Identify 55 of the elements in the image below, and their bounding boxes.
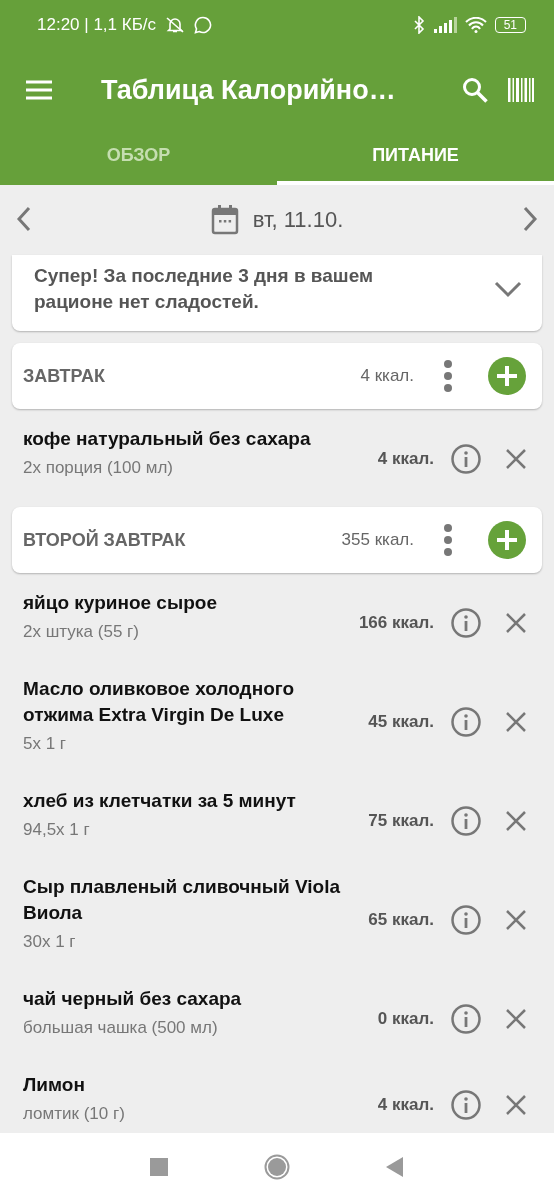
home-button[interactable] [264,1153,290,1180]
food-name: Лимон [23,1073,86,1097]
info-button[interactable] [448,905,484,935]
bluetooth-icon [412,16,425,34]
info-button[interactable] [448,1004,484,1034]
more-button[interactable] [444,360,452,392]
chat-bubble-icon [194,16,213,34]
back-button[interactable] [386,1156,404,1177]
food-portion: 2x порция (100 мл) [23,458,174,478]
barcode-button[interactable] [508,77,534,103]
add-button[interactable] [488,357,526,395]
food-calories: 4 ккал. [377,449,434,469]
wifi-icon [464,17,487,33]
meal-calories: 355 ккал. [341,530,414,550]
food-name: Сыр плавленый сливочный Viola Виола [23,875,341,925]
food-name: хлеб из клетчатки за 5 минут [23,789,297,813]
info-button[interactable] [448,444,484,474]
info-button[interactable] [448,707,484,737]
food-name: Масло оливковое холодного отжима Extra Virgin De Luxe [23,677,296,727]
expand-button[interactable] [494,280,522,298]
food-calories: 166 ккал. [358,613,434,633]
food-portion: ломтик (10 г) [23,1104,126,1124]
calendar-icon [210,205,239,235]
meal-title: ЗАВТРАК [23,365,106,387]
tab[interactable]: ПИТАНИЕ [277,130,554,185]
recents-button[interactable] [150,1157,168,1176]
tab[interactable]: ОБЗОР [0,130,277,185]
food-calories: 65 ккал. [368,910,434,930]
date-label[interactable]: вт, 11.10. [252,207,344,233]
status-time: 12:20 | 1,1 КБ/с [37,15,157,35]
more-button[interactable] [444,524,452,556]
add-button[interactable] [488,521,526,559]
info-button[interactable] [448,806,484,836]
food-portion: большая чашка (500 мл) [23,1018,219,1038]
food-portion: 5x 1 г [23,734,68,754]
info-button[interactable] [448,1090,484,1120]
food-calories: 0 ккал. [377,1009,434,1029]
food-name: яйцо куриное сырое [23,591,218,615]
tip-text: Супер! За последние 3 дня в вашем рационе нет сладостей. [34,264,375,314]
food-calories: 75 ккал. [368,811,434,831]
food-portion: 30x 1 г [23,932,77,952]
meal-calories: 4 ккал. [360,366,414,386]
food-name: кофе натуральный без сахара [23,427,312,451]
app-title: Таблица Калорийно… [100,74,397,106]
info-button[interactable] [448,608,484,638]
battery-indicator: 51 [494,17,526,33]
food-portion: 2x штука (55 г) [23,622,140,642]
meal-title: ВТОРОЙ ЗАВТРАК [23,529,187,551]
menu-button[interactable] [25,79,53,101]
food-calories: 4 ккал. [377,1095,434,1115]
food-calories: 45 ккал. [368,712,434,732]
food-name: чай черный без сахара [23,987,243,1011]
search-button[interactable] [462,77,488,103]
food-portion: 94,5x 1 г [23,820,91,840]
signal-icon [432,17,457,33]
